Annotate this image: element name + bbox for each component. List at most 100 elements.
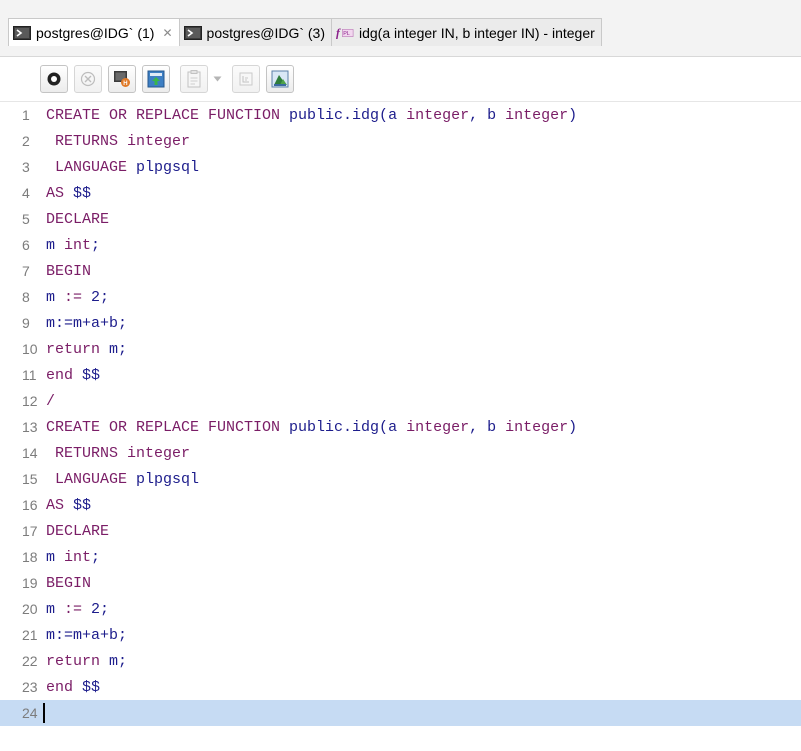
code-line[interactable]: 9 m:=m+a+b; [0,310,801,336]
line-number: 4 [22,185,30,201]
tab-sql-editor-3[interactable]: postgres@IDG` (3) [178,18,332,46]
execute-button[interactable] [40,65,68,93]
cancel-button[interactable] [74,65,102,93]
line-number: 13 [22,419,38,435]
code-line[interactable]: 6 m int; [0,232,801,258]
identifier-token: 2; [82,601,110,618]
plpgsql-function-icon: f PL [336,26,354,39]
identifier-token: 2; [82,289,110,306]
code-line[interactable]: 14 RETURNS integer [0,440,801,466]
keyword-token: integer [505,107,569,124]
code-text: CREATE OR REPLACE FUNCTION public.idg(a … [46,419,577,436]
identifier-token: ) [568,419,578,436]
tab-sql-editor-1[interactable]: postgres@IDG` (1) ✕ [8,18,180,46]
code-line[interactable]: 16 AS $$ [0,492,801,518]
tab-label: postgres@IDG` (1) [36,24,155,41]
align-button[interactable] [232,65,260,93]
sql-editor-icon [183,25,202,40]
cancel-icon [80,71,96,87]
code-line[interactable]: 19 BEGIN [0,570,801,596]
sql-editor-icon [13,25,31,40]
line-number: 17 [22,523,38,539]
align-icon [239,72,253,86]
code-line[interactable]: 24 [0,700,801,726]
line-number: 9 [22,315,30,331]
code-line[interactable]: 22 return m; [0,648,801,674]
code-text: DECLARE [46,523,109,540]
code-line[interactable]: 1 CREATE OR REPLACE FUNCTION public.idg(a… [0,102,801,128]
keyword-token: := [64,601,83,618]
identifier-token: plpgsql [136,471,200,488]
code-text: m int; [46,237,100,254]
identifier-token: public.idg(a [289,107,407,124]
identifier-token: $$ [73,185,92,202]
code-line[interactable]: 23 end $$ [0,674,801,700]
code-line[interactable]: 2 RETURNS integer [0,128,801,154]
identifier-token: $$ [82,679,101,696]
code-line[interactable]: 21 m:=m+a+b; [0,622,801,648]
chart-icon [271,70,289,88]
code-line[interactable]: 18 m int; [0,544,801,570]
editor-tab-bar: postgres@IDG` (1) ✕ postgres@IDG` (3) f … [0,0,801,57]
line-number: 22 [22,653,38,669]
keyword-token: LANGUAGE [46,159,137,176]
line-number: 21 [22,627,38,643]
line-number: 19 [22,575,38,591]
identifier-token: public.idg(a [289,419,407,436]
code-line[interactable]: 10 return m; [0,336,801,362]
code-line[interactable]: 7 BEGIN [0,258,801,284]
chart-button[interactable] [266,65,294,93]
explain-button[interactable]: H [108,65,136,93]
tab-function-idg[interactable]: f PL idg(a integer IN, b integer IN) - i… [331,18,602,46]
identifier-token: ) [568,107,578,124]
code-text: BEGIN [46,263,91,280]
line-number: 20 [22,601,38,617]
line-number: 18 [22,549,38,565]
line-number: 11 [22,367,37,383]
keyword-token: integer [505,419,569,436]
text-caret [43,703,45,723]
line-number: 10 [22,341,38,357]
identifier-token: m; [100,341,128,358]
code-text: end $$ [46,679,100,696]
code-text: LANGUAGE plpgsql [46,471,199,488]
identifier-token: m [46,549,65,566]
keyword-token: integer [406,107,470,124]
dropdown-arrow-icon [213,76,221,82]
svg-text:f: f [336,26,341,39]
code-line[interactable]: 13 CREATE OR REPLACE FUNCTION public.idg(… [0,414,801,440]
code-text: return m; [46,653,127,670]
code-line[interactable]: 15 LANGUAGE plpgsql [0,466,801,492]
identifier-token: , b [469,107,506,124]
line-number: 12 [22,393,38,409]
format-button[interactable] [180,65,208,93]
code-line[interactable]: 5 DECLARE [0,206,801,232]
keyword-token: AS [46,497,74,514]
commit-button[interactable] [142,65,170,93]
line-number: 14 [22,445,38,461]
keyword-token: / [46,393,56,410]
line-number: 7 [22,263,30,279]
code-line[interactable]: 11 end $$ [0,362,801,388]
format-dropdown[interactable] [210,65,224,93]
code-line[interactable]: 4 AS $$ [0,180,801,206]
code-line[interactable]: 12 / [0,388,801,414]
editor-toolbar: H [0,57,801,102]
keyword-token: LANGUAGE [46,471,137,488]
code-line[interactable]: 17 DECLARE [0,518,801,544]
line-number: 5 [22,211,30,227]
execute-icon [47,72,61,86]
code-line[interactable]: 3 LANGUAGE plpgsql [0,154,801,180]
keyword-token: end [46,367,83,384]
line-number: 15 [22,471,38,487]
code-line[interactable]: 20 m := 2; [0,596,801,622]
svg-text:PL: PL [343,31,350,37]
line-number: 6 [22,237,30,253]
keyword-token: integer [127,445,191,462]
code-line[interactable]: 8m := 2; [0,284,801,310]
close-icon[interactable]: ✕ [162,26,172,40]
keyword-token: end [46,679,83,696]
code-text: LANGUAGE plpgsql [46,159,199,176]
sql-code-editor[interactable]: 1 CREATE OR REPLACE FUNCTION public.idg(a… [0,102,801,751]
code-text: RETURNS integer [46,445,190,462]
